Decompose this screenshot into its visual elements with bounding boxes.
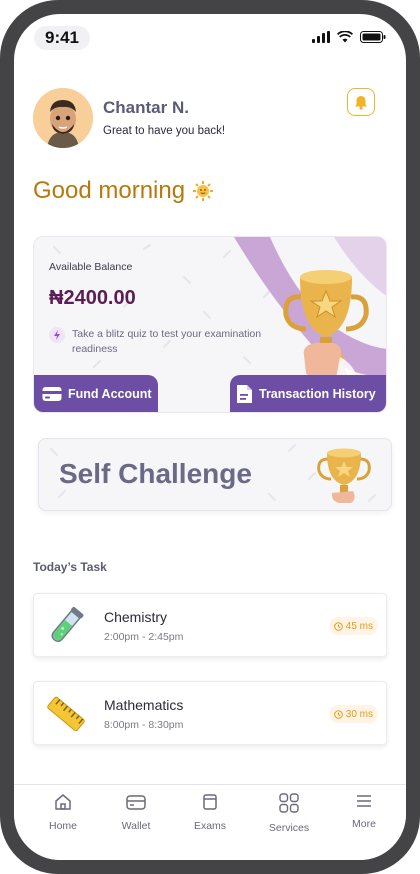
nav-item-wallet[interactable]: Wallet xyxy=(101,793,171,832)
blitz-quiz-link[interactable]: Take a blitz quiz to test your examinati… xyxy=(49,327,279,357)
nav-label: Exams xyxy=(193,820,227,832)
wallet-icon xyxy=(126,795,146,810)
task-name: Mathematics xyxy=(104,697,184,713)
document-icon xyxy=(237,384,252,403)
nav-item-more[interactable]: More xyxy=(329,793,399,830)
balance-card: Available Balance ₦2400.00 Take a blitz … xyxy=(33,236,387,413)
todays-task-heading: Today’s Task xyxy=(33,560,107,574)
duration-text: 45 ms xyxy=(345,620,373,632)
nav-label: More xyxy=(352,818,376,830)
blitz-quiz-text: Take a blitz quiz to test your examinati… xyxy=(72,328,262,355)
nav-item-services[interactable]: Services xyxy=(254,793,324,834)
transaction-history-label: Transaction History xyxy=(259,386,376,401)
transaction-history-button[interactable]: Transaction History xyxy=(230,375,386,412)
home-icon xyxy=(55,794,71,810)
signal-icon xyxy=(312,31,330,43)
task-time: 2:00pm - 2:45pm xyxy=(104,631,184,643)
duration-badge: 30 ms xyxy=(328,705,378,723)
app-screen: 9:41 Chantar N. Great to have you back! … xyxy=(14,14,406,860)
status-bar: 9:41 xyxy=(14,14,406,64)
menu-icon xyxy=(357,795,371,807)
status-icons xyxy=(312,31,386,43)
test-tube-icon xyxy=(51,606,84,643)
task-card-mathematics[interactable]: Mathematics 8:00pm - 8:30pm 30 ms xyxy=(33,681,387,745)
exams-icon xyxy=(203,794,217,810)
wifi-icon xyxy=(337,31,353,43)
bottom-nav: Home Wallet Exams Services More xyxy=(14,784,406,860)
greeting-heading: Good morning xyxy=(33,177,214,205)
avatar[interactable] xyxy=(33,88,93,148)
nav-label: Services xyxy=(268,822,310,834)
self-challenge-title: Self Challenge xyxy=(59,458,252,489)
clock-icon xyxy=(333,621,343,631)
self-challenge-card[interactable]: Self Challenge xyxy=(38,438,392,511)
fund-account-button[interactable]: Fund Account xyxy=(34,375,158,412)
notification-button[interactable] xyxy=(347,88,375,116)
nav-item-exams[interactable]: Exams xyxy=(175,793,245,832)
greeting-text: Good morning xyxy=(33,177,186,204)
balance-label: Available Balance xyxy=(49,261,133,273)
task-name: Chemistry xyxy=(104,609,168,625)
duration-text: 30 ms xyxy=(345,708,373,720)
fund-account-label: Fund Account xyxy=(68,386,152,401)
services-icon xyxy=(279,793,299,813)
phone-frame: 9:41 Chantar N. Great to have you back! … xyxy=(0,0,420,874)
sun-icon xyxy=(193,181,214,201)
nav-label: Wallet xyxy=(121,820,151,832)
nav-item-home[interactable]: Home xyxy=(28,793,98,832)
bell-icon xyxy=(355,95,367,110)
balance-amount: ₦2400.00 xyxy=(49,287,136,309)
task-time: 8:00pm - 8:30pm xyxy=(104,719,184,731)
user-name: Chantar N. xyxy=(103,98,189,117)
welcome-subtitle: Great to have you back! xyxy=(103,125,226,137)
task-card-chemistry[interactable]: Chemistry 2:00pm - 2:45pm 45 ms xyxy=(33,593,387,657)
nav-label: Home xyxy=(48,820,77,832)
avatar-illustration xyxy=(33,88,93,148)
status-time: 9:41 xyxy=(34,26,90,50)
battery-icon xyxy=(360,31,386,43)
duration-badge: 45 ms xyxy=(328,617,378,635)
clock-icon xyxy=(333,709,343,719)
lightning-icon xyxy=(49,327,65,343)
card-icon xyxy=(42,386,62,401)
ruler-icon xyxy=(47,696,85,732)
